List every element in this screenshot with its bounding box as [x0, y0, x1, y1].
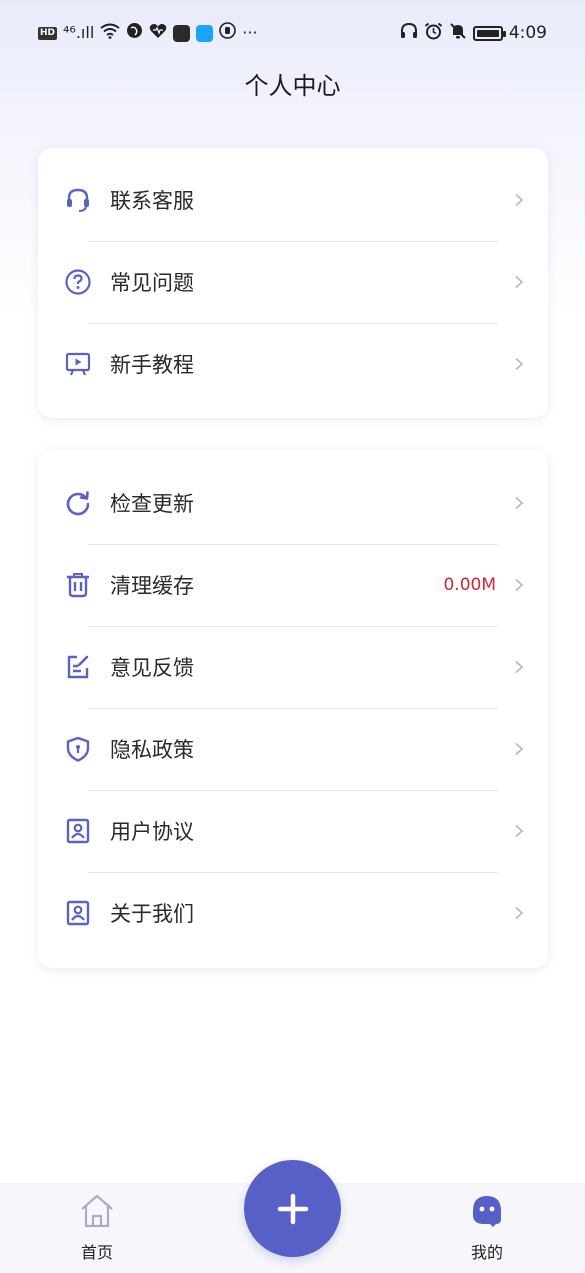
shield-icon — [64, 735, 92, 763]
settings-card: 检查更新 清理缓存 0.00M 意见反馈 隐私政策 用户协议 关于我们 — [38, 450, 548, 968]
help-card: 联系客服 常见问题 新手教程 — [38, 148, 548, 418]
row-label: 意见反馈 — [110, 656, 194, 680]
row-label: 关于我们 — [110, 902, 194, 926]
chevron-right-icon — [515, 824, 524, 838]
cache-size-value: 0.00M — [443, 575, 496, 595]
row-label: 新手教程 — [110, 353, 194, 377]
page-title: 个人中心 — [244, 72, 341, 100]
video-tutorial-icon — [64, 350, 92, 378]
status-right: 4:09 — [400, 22, 547, 45]
row-feedback[interactable]: 意见反馈 — [38, 626, 548, 708]
feedback-edit-icon — [64, 653, 92, 681]
row-contact-service[interactable]: 联系客服 — [38, 159, 548, 241]
row-label: 隐私政策 — [110, 738, 194, 762]
headphones-icon — [400, 22, 418, 44]
more-notifications-icon: ··· — [242, 23, 258, 42]
row-about-us[interactable]: 关于我们 — [38, 872, 548, 954]
refresh-icon — [64, 489, 92, 517]
tab-mine[interactable]: 我的 — [447, 1191, 527, 1263]
add-button[interactable] — [244, 1160, 341, 1257]
row-tutorial[interactable]: 新手教程 — [38, 323, 548, 405]
tab-home-label: 首页 — [80, 1243, 113, 1262]
home-icon — [81, 1194, 113, 1228]
profile-ghost-icon — [473, 1196, 501, 1227]
chevron-right-icon — [515, 496, 524, 510]
chevron-right-icon — [515, 193, 524, 207]
app-notification-icon — [173, 24, 191, 42]
tab-mine-label: 我的 — [470, 1243, 503, 1262]
row-clear-cache[interactable]: 清理缓存 0.00M — [38, 544, 548, 626]
chevron-right-icon — [515, 906, 524, 920]
globe-icon — [126, 22, 143, 44]
row-label: 检查更新 — [110, 492, 194, 516]
tab-home[interactable]: 首页 — [57, 1191, 137, 1263]
row-label: 常见问题 — [110, 271, 194, 295]
battery-icon — [472, 25, 506, 41]
row-label: 用户协议 — [110, 820, 194, 844]
chevron-right-icon — [515, 357, 524, 371]
wifi-icon — [100, 23, 120, 44]
chevron-right-icon — [515, 660, 524, 674]
search-app-icon — [196, 24, 214, 42]
status-time: 4:09 — [508, 23, 547, 43]
hd-badge: HD — [38, 26, 58, 40]
row-user-agreement[interactable]: 用户协议 — [38, 790, 548, 872]
chevron-right-icon — [515, 578, 524, 592]
row-label: 清理缓存 — [110, 574, 194, 598]
row-faq[interactable]: 常见问题 — [38, 241, 548, 323]
user-doc-icon — [64, 899, 92, 927]
user-doc-icon — [64, 817, 92, 845]
chevron-right-icon — [515, 275, 524, 289]
headset-icon — [64, 186, 92, 214]
row-privacy-policy[interactable]: 隐私政策 — [38, 708, 548, 790]
status-bar: HD ⁴⁶.ıll ··· 4:09 — [0, 0, 585, 66]
chevron-right-icon — [515, 742, 524, 756]
heart-icon — [149, 23, 167, 44]
question-icon — [64, 268, 92, 296]
mute-bell-icon — [449, 22, 467, 45]
plus-icon — [277, 1193, 308, 1224]
alarm-icon — [424, 22, 443, 45]
signal-icon: ⁴⁶.ıll — [63, 23, 95, 42]
hand-icon — [219, 22, 237, 44]
status-left: HD ⁴⁶.ıll ··· — [38, 22, 258, 44]
row-label: 联系客服 — [110, 189, 194, 213]
row-check-update[interactable]: 检查更新 — [38, 462, 548, 544]
trash-icon — [64, 571, 92, 599]
